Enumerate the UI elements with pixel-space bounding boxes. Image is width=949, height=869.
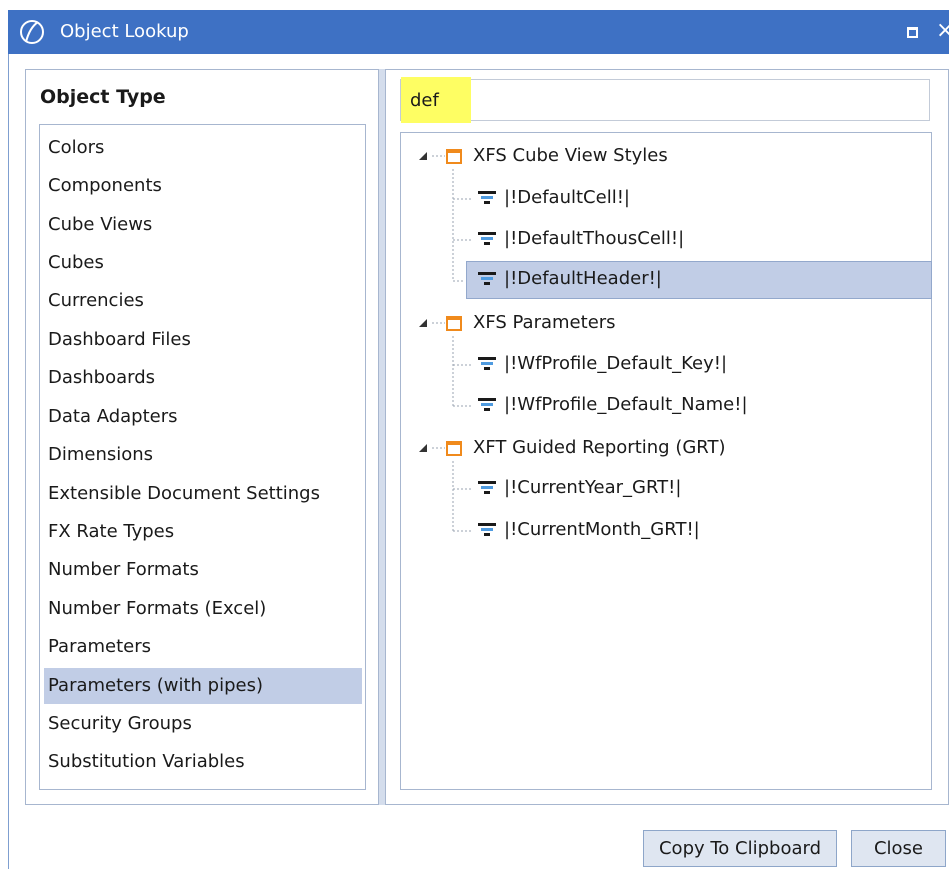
tree-group-label[interactable]: XFT Guided Reporting (GRT) [473, 437, 726, 458]
folder-icon [446, 441, 462, 456]
tree-group-label[interactable]: XFS Parameters [473, 312, 616, 333]
search-input[interactable]: def [400, 77, 930, 123]
filter-icon [478, 272, 496, 285]
object-type-list: Colors Components Cube Views Cubes Curre… [39, 124, 366, 790]
list-item[interactable]: Dashboard Files [44, 322, 362, 358]
filter-icon [478, 398, 496, 411]
list-item[interactable]: Parameters [44, 629, 362, 665]
search-value: def [410, 90, 439, 111]
maximize-icon[interactable] [907, 27, 918, 38]
results-tree: XFS Cube View Styles |!DefaultCell!| |!D… [400, 132, 932, 790]
tree-node-label[interactable]: |!DefaultCell!| [504, 187, 630, 208]
tree-node-label[interactable]: |!CurrentMonth_GRT!| [504, 519, 700, 540]
tree-node-selected[interactable]: |!DefaultHeader!| [466, 261, 932, 299]
list-item[interactable]: Security Groups [44, 706, 362, 742]
list-item[interactable]: Number Formats (Excel) [44, 591, 362, 627]
tree-node-label: |!DefaultHeader!| [504, 268, 662, 289]
collapse-arrow-icon[interactable] [417, 150, 429, 162]
list-item[interactable]: Dimensions [44, 437, 362, 473]
list-item[interactable]: Cube Views [44, 207, 362, 243]
tree-group-label[interactable]: XFS Cube View Styles [473, 145, 668, 166]
filter-icon [478, 357, 496, 370]
filter-icon [478, 481, 496, 494]
filter-icon [478, 191, 496, 204]
collapse-arrow-icon[interactable] [417, 317, 429, 329]
filter-icon [478, 232, 496, 245]
list-item-selected[interactable]: Parameters (with pipes) [44, 668, 362, 704]
list-item[interactable]: Colors [44, 130, 362, 166]
filter-icon [478, 523, 496, 536]
list-item[interactable]: Number Formats [44, 552, 362, 588]
tree-node-label[interactable]: |!WfProfile_Default_Name!| [504, 394, 748, 415]
onestream-logo-icon [20, 20, 44, 44]
panel-splitter[interactable] [378, 69, 386, 805]
close-icon[interactable]: × [936, 18, 949, 43]
folder-icon [446, 316, 462, 331]
folder-icon [446, 149, 462, 164]
list-item[interactable]: Currencies [44, 283, 362, 319]
copy-to-clipboard-button[interactable]: Copy To Clipboard [643, 830, 837, 867]
tree-node-label[interactable]: |!DefaultThousCell!| [504, 228, 684, 249]
tree-node-label[interactable]: |!CurrentYear_GRT!| [504, 477, 681, 498]
list-item[interactable]: Cubes [44, 245, 362, 281]
object-type-heading: Object Type [40, 86, 166, 108]
list-item[interactable]: Dashboards [44, 360, 362, 396]
list-item[interactable]: Extensible Document Settings [44, 476, 362, 512]
list-item[interactable]: FX Rate Types [44, 514, 362, 550]
title-bar: Object Lookup × [8, 10, 949, 54]
list-item[interactable]: Data Adapters [44, 399, 362, 435]
list-item[interactable]: Components [44, 168, 362, 204]
window-title: Object Lookup [60, 21, 189, 42]
collapse-arrow-icon[interactable] [417, 442, 429, 454]
list-item[interactable]: Substitution Variables [44, 744, 362, 780]
close-button[interactable]: Close [851, 830, 946, 867]
tree-node-label[interactable]: |!WfProfile_Default_Key!| [504, 353, 727, 374]
